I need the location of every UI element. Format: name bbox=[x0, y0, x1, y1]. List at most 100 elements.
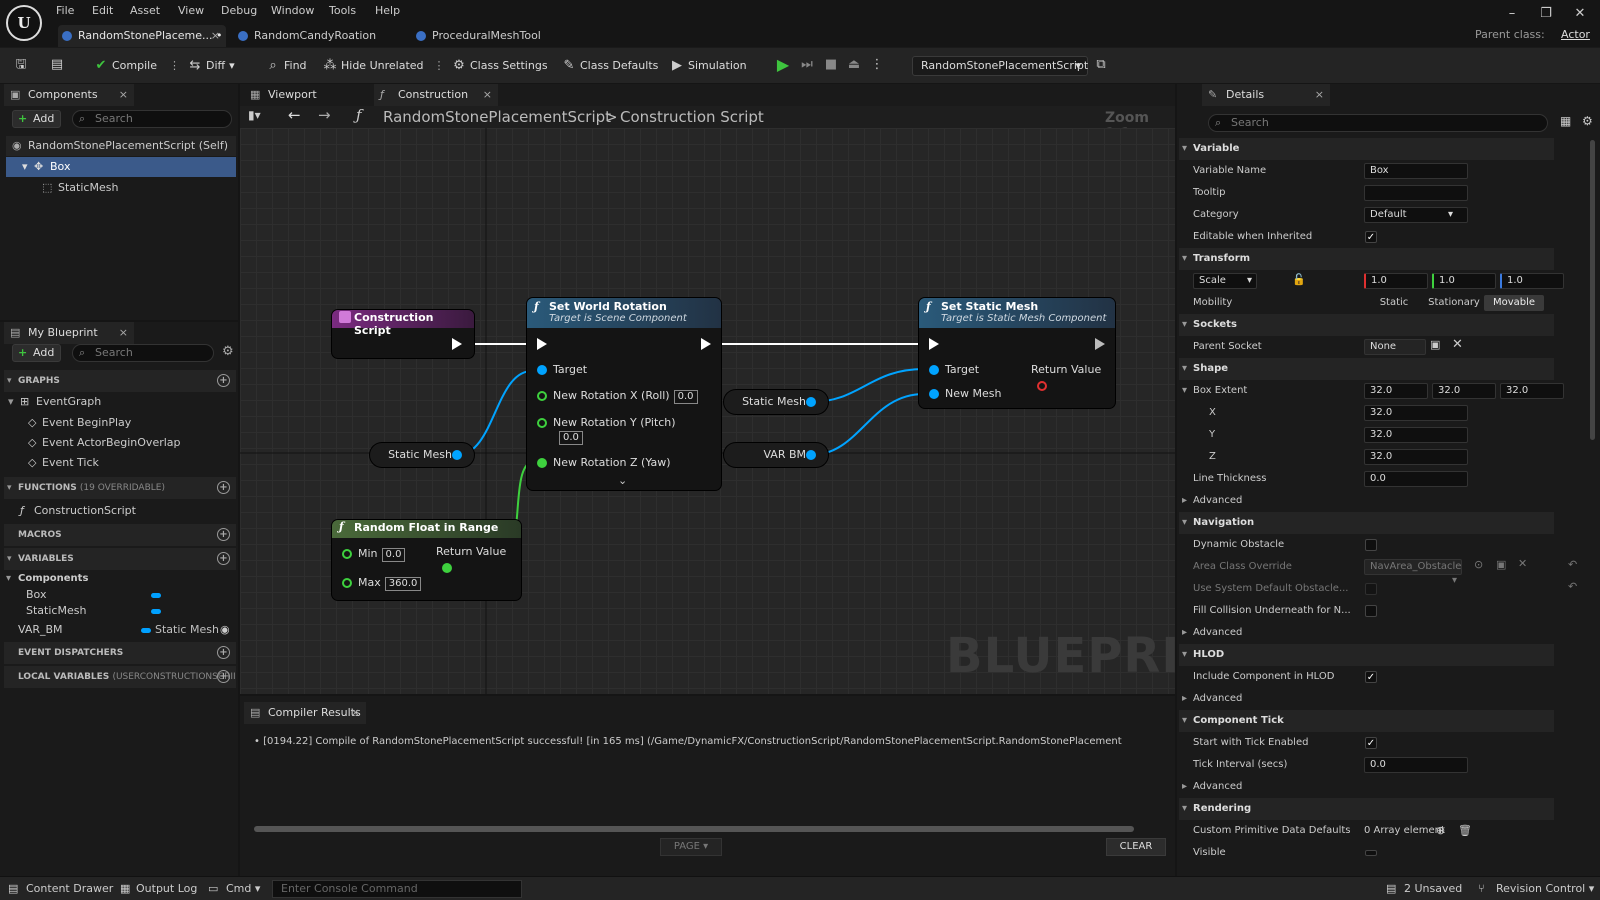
viewport-tab[interactable]: ▦ Viewport bbox=[244, 84, 364, 106]
mobility-stationary[interactable]: Stationary bbox=[1424, 295, 1484, 311]
visible-checkbox[interactable] bbox=[1365, 850, 1377, 856]
parent-class-link[interactable]: Actor bbox=[1561, 28, 1590, 41]
table-view-icon[interactable]: ▦ bbox=[1560, 114, 1571, 128]
tick-interval-input[interactable]: 0.0 bbox=[1364, 757, 1468, 773]
box-extent-z-input[interactable]: 32.0 bbox=[1500, 383, 1564, 399]
clear-icon[interactable]: ✕ bbox=[1452, 337, 1463, 352]
expand-icon[interactable]: ▾ bbox=[22, 157, 28, 177]
use-system-default-checkbox[interactable] bbox=[1365, 583, 1377, 595]
mobility-movable[interactable]: Movable bbox=[1484, 295, 1544, 311]
compile-button[interactable]: ✔ Compile ⋮ bbox=[94, 56, 180, 76]
variable-name-input[interactable]: Box bbox=[1364, 163, 1468, 179]
details-section-transform[interactable]: ▾ Transform bbox=[1179, 248, 1554, 270]
page-button[interactable]: PAGE ▾ bbox=[660, 838, 722, 856]
add-element-icon[interactable]: ⊕ bbox=[1436, 820, 1445, 842]
mobility-static[interactable]: Static bbox=[1364, 295, 1424, 311]
details-section-rendering[interactable]: ▾ Rendering bbox=[1179, 798, 1554, 820]
pin-max[interactable]: Max 360.0 bbox=[342, 575, 422, 591]
category-dropdown[interactable]: Default ▾ bbox=[1364, 207, 1468, 223]
node-set-world-rotation[interactable]: ƒ Set World Rotation Target is Scene Com… bbox=[527, 298, 721, 490]
restore-icon[interactable]: ❐ bbox=[1532, 4, 1560, 24]
tooltip-input[interactable] bbox=[1364, 185, 1468, 201]
pin-return-value[interactable]: Return Value bbox=[1031, 362, 1115, 391]
pin-return-value[interactable]: Return Value bbox=[436, 544, 521, 573]
row-advanced-hlod[interactable]: ▸ Advanced bbox=[1179, 688, 1554, 710]
getter-var-bm[interactable]: VAR BM bbox=[724, 443, 828, 467]
play-icon[interactable]: ▶ bbox=[776, 57, 790, 73]
start-tick-checkbox[interactable]: ✓ bbox=[1365, 737, 1377, 749]
bookmark-icon[interactable]: ▮▾ bbox=[248, 108, 261, 122]
clear-button[interactable]: CLEAR bbox=[1106, 838, 1166, 856]
minimize-icon[interactable]: – bbox=[1498, 4, 1526, 24]
console-command-input[interactable]: Enter Console Command bbox=[272, 880, 522, 898]
box-extent-x-input[interactable]: 32.0 bbox=[1364, 383, 1428, 399]
play-options-icon[interactable]: ⋮ bbox=[870, 58, 884, 72]
event-actor-begin-overlap[interactable]: ◇ Event ActorBeginOverlap bbox=[28, 433, 181, 453]
step-icon[interactable]: ⏭ bbox=[800, 58, 814, 72]
scale-y-input[interactable]: 1.0 bbox=[1432, 273, 1496, 289]
doc-tab-procedural-mesh[interactable]: ProceduralMeshTool bbox=[412, 25, 572, 47]
event-begin-play[interactable]: ◇ Event BeginPlay bbox=[28, 413, 131, 433]
use-selected-icon[interactable]: ⊙ bbox=[1474, 558, 1483, 571]
details-search-input[interactable]: ⌕ Search bbox=[1208, 114, 1548, 132]
scale-z-input[interactable]: 1.0 bbox=[1500, 273, 1564, 289]
tree-item-self[interactable]: ◉ RandomStonePlacementScript (Self) bbox=[6, 136, 236, 156]
reset-icon[interactable]: ↶ bbox=[1568, 558, 1577, 571]
menu-file[interactable]: File bbox=[56, 2, 74, 20]
parent-socket-field[interactable]: None bbox=[1364, 339, 1426, 355]
details-section-navigation[interactable]: ▾ Navigation bbox=[1179, 512, 1554, 534]
blueprint-graph-canvas[interactable]: Construction Script ƒ Set World Rotation… bbox=[240, 128, 1175, 694]
extent-z-input[interactable]: 32.0 bbox=[1364, 449, 1468, 465]
close-window-icon[interactable]: ✕ bbox=[1566, 4, 1594, 24]
section-graphs[interactable]: ▾ GRAPHS + bbox=[4, 370, 236, 392]
getter-static-mesh-2[interactable]: Static Mesh bbox=[724, 390, 828, 414]
details-tab[interactable]: ✎ Details × bbox=[1202, 84, 1330, 106]
menu-window[interactable]: Window bbox=[271, 2, 314, 20]
include-hlod-checkbox[interactable]: ✓ bbox=[1365, 671, 1377, 683]
close-icon[interactable]: × bbox=[119, 84, 128, 106]
reset-icon[interactable]: ↶ bbox=[1568, 580, 1577, 593]
add-variable-icon[interactable]: + bbox=[217, 552, 230, 565]
close-icon[interactable]: × bbox=[119, 322, 128, 344]
pitch-value-field[interactable]: 0.0 bbox=[559, 431, 583, 445]
getter-static-mesh[interactable]: Static Mesh bbox=[370, 443, 474, 467]
content-drawer-button[interactable]: ▤ Content Drawer bbox=[8, 879, 113, 899]
details-section-hlod[interactable]: ▾ HLOD bbox=[1179, 644, 1554, 666]
output-log-button[interactable]: ▦ Output Log bbox=[120, 879, 197, 899]
class-settings-button[interactable]: ⚙ Class Settings bbox=[452, 56, 547, 76]
back-arrow-icon[interactable]: ← bbox=[288, 106, 301, 124]
debug-filter-icon[interactable]: ⧉ bbox=[1094, 58, 1108, 72]
browse-socket-icon[interactable]: ▣ bbox=[1430, 338, 1440, 351]
details-section-variable[interactable]: ▾ Variable bbox=[1179, 138, 1554, 160]
node-set-static-mesh[interactable]: ƒ Set Static Mesh Target is Static Mesh … bbox=[919, 298, 1115, 408]
dynamic-obstacle-checkbox[interactable] bbox=[1365, 539, 1377, 551]
my-blueprint-tab[interactable]: ▤ My Blueprint × bbox=[4, 322, 134, 344]
box-extent-y-input[interactable]: 32.0 bbox=[1432, 383, 1496, 399]
scale-x-input[interactable]: 1.0 bbox=[1364, 273, 1428, 289]
pin-new-mesh[interactable]: New Mesh bbox=[929, 386, 1001, 402]
menu-asset[interactable]: Asset bbox=[130, 2, 160, 20]
add-component-button[interactable]: + Add bbox=[12, 110, 62, 128]
add-dispatcher-icon[interactable]: + bbox=[217, 646, 230, 659]
line-thickness-input[interactable]: 0.0 bbox=[1364, 471, 1468, 487]
exec-out-pin[interactable] bbox=[452, 338, 462, 350]
breadcrumb-root[interactable]: RandomStonePlacementScript bbox=[383, 108, 611, 126]
unsaved-button[interactable]: ▤ 2 Unsaved bbox=[1386, 879, 1462, 899]
scale-mode-dropdown[interactable]: Scale ▾ bbox=[1193, 273, 1257, 289]
more-options-icon[interactable]: ⋮ bbox=[434, 56, 445, 76]
menu-help[interactable]: Help bbox=[375, 2, 400, 20]
details-section-shape[interactable]: ▾ Shape bbox=[1179, 358, 1554, 380]
forward-arrow-icon[interactable]: → bbox=[318, 106, 331, 124]
add-member-button[interactable]: + Add bbox=[12, 344, 62, 362]
components-search-input[interactable]: ⌕ Search bbox=[72, 110, 232, 128]
fill-collision-checkbox[interactable] bbox=[1365, 605, 1377, 617]
simulation-button[interactable]: ▶ Simulation bbox=[670, 56, 747, 76]
details-section-component-tick[interactable]: ▾ Component Tick bbox=[1179, 710, 1554, 732]
horizontal-scrollbar[interactable] bbox=[254, 826, 1134, 832]
gear-icon[interactable]: ⚙ bbox=[222, 344, 234, 359]
my-blueprint-search-input[interactable]: ⌕ Search bbox=[72, 344, 214, 362]
close-icon[interactable]: × bbox=[483, 84, 492, 106]
pin-min[interactable]: Min 0.0 bbox=[342, 546, 406, 562]
add-graph-icon[interactable]: + bbox=[217, 374, 230, 387]
section-event-dispatchers[interactable]: EVENT DISPATCHERS + bbox=[4, 642, 236, 664]
